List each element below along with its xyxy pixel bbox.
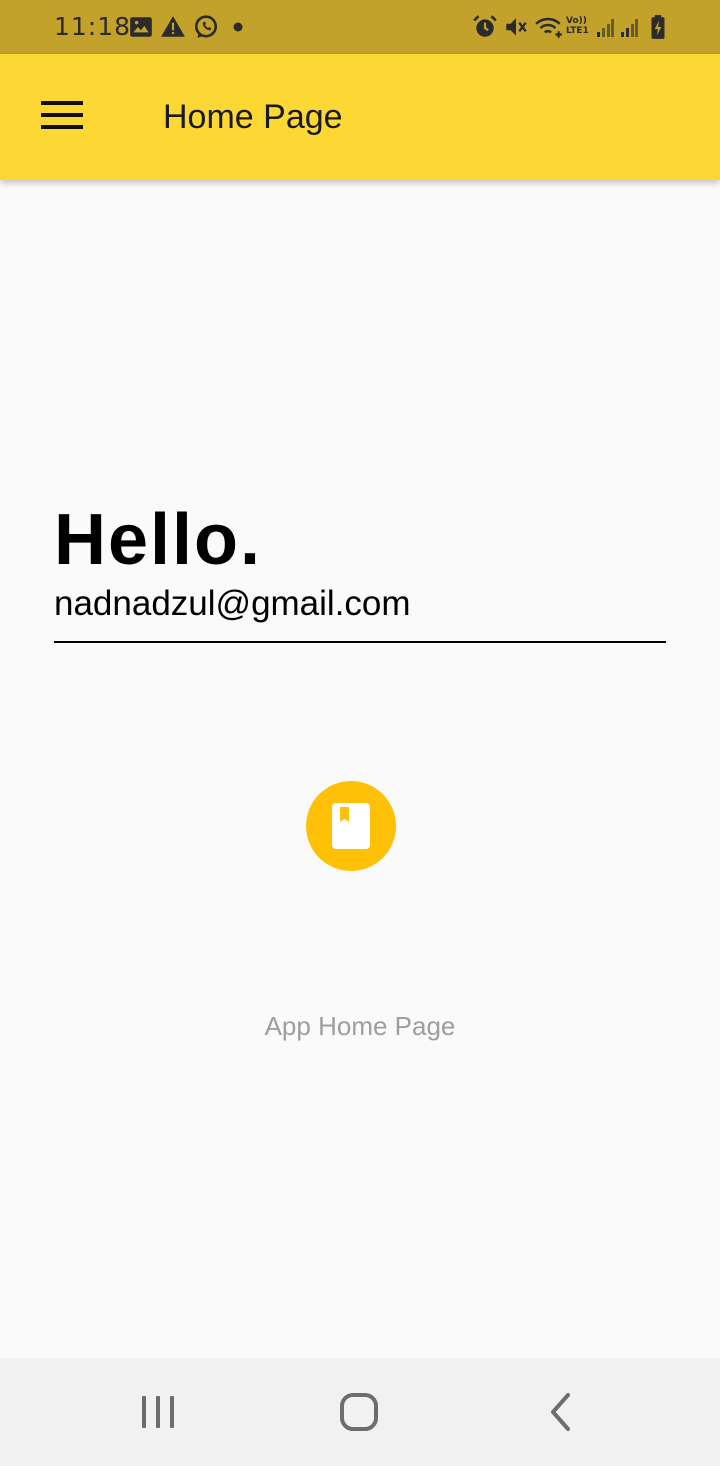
status-bar: 11:18 Vo)) LTE1 [0,0,720,54]
book-icon [332,803,370,849]
mute-icon [503,14,529,40]
warning-icon [160,14,186,40]
book-button[interactable] [306,781,396,871]
menu-button[interactable] [30,87,94,147]
caption-text: App Home Page [264,1011,456,1041]
status-time: 11:18 [54,12,132,41]
page-title: Home Page [163,98,343,136]
recents-icon [142,1396,174,1428]
greeting-text: Hello. [54,500,263,580]
gallery-icon [128,14,154,40]
back-icon [551,1393,570,1431]
recents-button[interactable] [128,1382,188,1442]
menu-icon [41,101,83,129]
signal-icon [620,14,638,40]
home-icon [340,1393,378,1431]
dot-icon [233,22,243,32]
home-button[interactable] [329,1382,389,1442]
alarm-icon [472,14,498,40]
battery-charging-icon [648,14,668,40]
wifi-icon [534,14,564,40]
divider [54,641,666,643]
navigation-bar [0,1358,720,1466]
whatsapp-icon [193,14,219,40]
app-bar: Home Page [0,54,720,180]
volte-icon: Vo)) LTE1 [566,16,589,36]
user-email: nadnadzul@gmail.com [54,584,411,623]
signal-icon [596,14,614,40]
back-button[interactable] [532,1382,592,1442]
